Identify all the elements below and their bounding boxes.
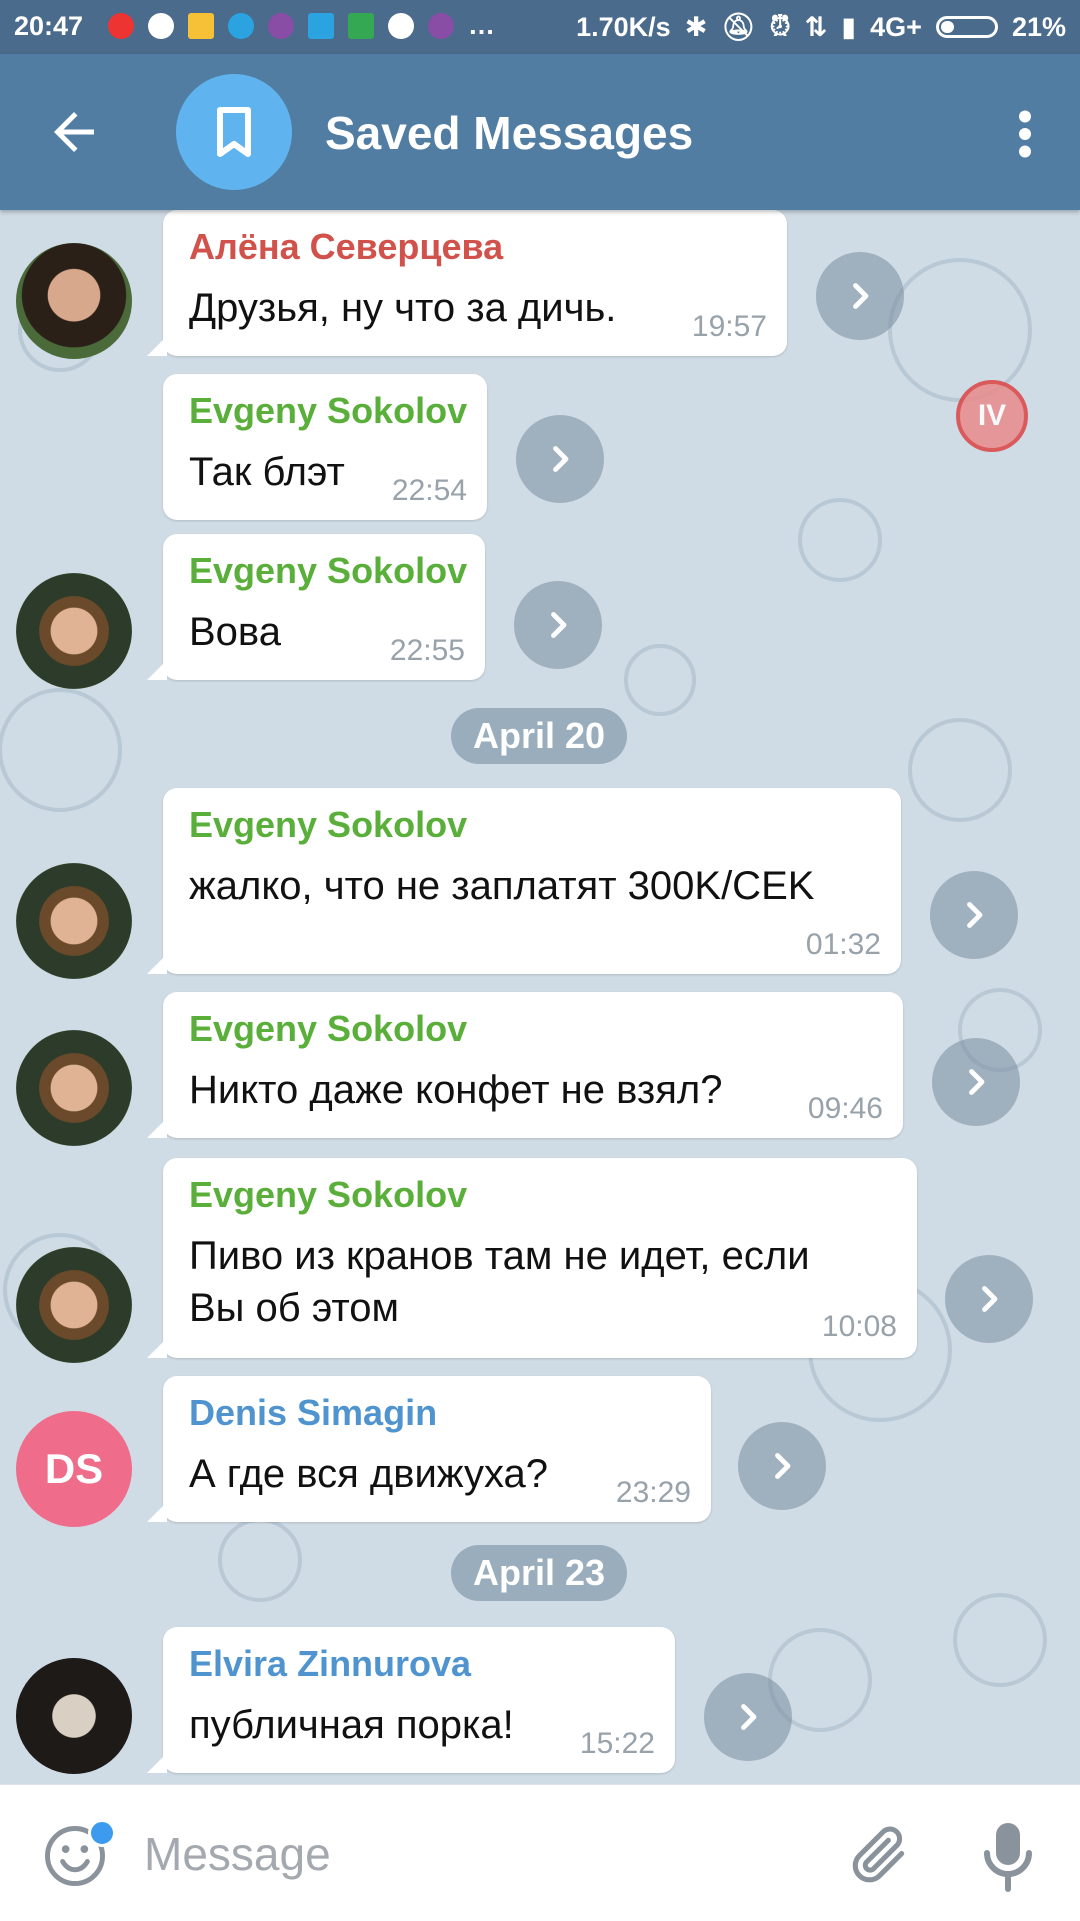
back-button[interactable] <box>44 102 104 162</box>
more-options-button[interactable] <box>1000 104 1050 164</box>
signal-icon: ▮ <box>841 11 857 42</box>
app-bar: Saved Messages <box>0 54 1080 210</box>
forward-button[interactable] <box>945 1255 1033 1343</box>
message-sender[interactable]: Evgeny Sokolov <box>189 550 467 592</box>
message-sender[interactable]: Алёна Северцева <box>189 226 503 268</box>
message-bubble[interactable]: Evgeny Sokolov Так блэт 22:54 <box>163 374 487 520</box>
alarm-icon: ⏰︎ <box>769 11 791 41</box>
avatar[interactable]: DS <box>16 1411 132 1527</box>
message-time: 19:57 <box>691 310 767 343</box>
telegram-icon <box>148 12 174 39</box>
message-text: жалко, что не заплатят 300K/CEK <box>189 864 815 908</box>
forward-button[interactable] <box>514 581 602 669</box>
message-sender[interactable]: Evgeny Sokolov <box>189 804 467 846</box>
message-time: 09:46 <box>807 1092 883 1125</box>
forward-button[interactable] <box>516 415 604 503</box>
voice-message-button[interactable] <box>978 1817 1038 1895</box>
app-notification-icon <box>268 12 294 39</box>
message-text: публичная порка! <box>189 1703 514 1747</box>
message-text: А где вся движуха? <box>189 1452 549 1496</box>
forward-button[interactable] <box>816 252 904 340</box>
avatar[interactable] <box>16 863 132 979</box>
chevron-right-icon <box>982 1286 998 1312</box>
telegram-icon <box>228 12 254 39</box>
message-sender[interactable]: Evgeny Sokolov <box>189 1174 467 1216</box>
message-time: 23:29 <box>615 1476 691 1509</box>
message-time: 01:32 <box>805 928 881 961</box>
message-text-line: Вы об этом <box>189 1286 399 1330</box>
chevron-right-icon <box>551 612 567 638</box>
chat-area[interactable]: IV Алёна Северцева Друзья, ну что за дич… <box>0 210 1080 1784</box>
notes-icon <box>188 12 214 39</box>
message-time: 10:08 <box>821 1310 897 1343</box>
status-right: 1.70K/s ✱ 🔕︎ ⏰︎ ⇅ ▮ 4G+ 21% <box>576 11 1066 43</box>
status-time: 20:47 <box>14 11 84 41</box>
chevron-right-icon <box>967 902 983 928</box>
chevron-right-icon <box>969 1069 985 1095</box>
message-bubble[interactable]: Evgeny Sokolov Пиво из кранов там не иде… <box>147 1158 917 1358</box>
page-title[interactable]: Saved Messages <box>325 106 693 160</box>
app-notification-icon <box>108 12 134 39</box>
battery-icon <box>935 16 998 38</box>
message-sender[interactable]: Denis Simagin <box>189 1392 437 1434</box>
avatar[interactable] <box>16 1030 132 1146</box>
bookmark-icon <box>217 107 251 157</box>
saved-messages-avatar[interactable] <box>176 74 292 190</box>
message-sender[interactable]: Evgeny Sokolov <box>189 1008 467 1050</box>
chevron-right-icon <box>853 283 869 309</box>
data-transfer-icon: ⇅ <box>804 11 828 42</box>
attach-button[interactable] <box>845 1821 913 1889</box>
chevron-right-icon <box>775 1453 791 1479</box>
avatar[interactable] <box>16 243 132 359</box>
message-text: Вова <box>189 610 281 654</box>
message-sender[interactable]: Elvira Zinnurova <box>189 1643 471 1685</box>
mute-icon: 🔕︎ <box>721 12 756 42</box>
chevron-right-icon <box>553 446 569 472</box>
date-separator: April 20 <box>451 708 628 764</box>
avatar[interactable] <box>16 1247 132 1363</box>
message-sender[interactable]: Evgeny Sokolov <box>189 390 467 432</box>
paperclip-icon <box>852 1826 905 1883</box>
overlay-iv-badge[interactable]: IV <box>956 380 1028 452</box>
date-separator: April 23 <box>451 1545 628 1601</box>
forward-button[interactable] <box>704 1673 792 1761</box>
avatar[interactable] <box>16 573 132 689</box>
message-input[interactable]: Message <box>144 1827 331 1881</box>
emoji-notification-dot <box>88 1819 116 1847</box>
google-icon <box>388 12 414 39</box>
status-bar: 20:47 … 1.70K/s ✱ 🔕︎ ⏰︎ ⇅ ▮ 4G+ 21% <box>0 0 1080 54</box>
message-bubble[interactable]: Алёна Северцева Друзья, ну что за дичь. … <box>147 210 787 356</box>
bluetooth-icon: ✱ <box>684 11 708 42</box>
message-bubble[interactable]: Evgeny Sokolov Никто даже конфет не взял… <box>147 992 903 1138</box>
message-text: Так блэт <box>189 450 345 494</box>
forward-button[interactable] <box>738 1422 826 1510</box>
forward-button[interactable] <box>932 1038 1020 1126</box>
message-time: 15:22 <box>579 1727 655 1760</box>
more-vertical-icon <box>1019 110 1031 158</box>
message-bubble[interactable]: Denis Simagin А где вся движуха? 23:29 <box>147 1376 711 1522</box>
avatar[interactable] <box>16 1658 132 1774</box>
network-speed: 1.70K/s <box>576 11 671 42</box>
notification-icons: … <box>108 10 495 41</box>
microphone-icon <box>984 1823 1032 1892</box>
message-text: Никто даже конфет не взял? <box>189 1068 723 1112</box>
avatar-initials: DS <box>44 1445 104 1492</box>
message-bubble[interactable]: Elvira Zinnurova публичная порка! 15:22 <box>147 1627 675 1773</box>
message-time: 22:54 <box>391 474 467 507</box>
forward-button[interactable] <box>930 871 1018 959</box>
arrow-left-icon <box>54 112 94 152</box>
message-text-line: Пиво из кранов там не идет, если <box>189 1234 810 1278</box>
upload-icon <box>308 12 334 39</box>
more-notifications-icon: … <box>468 10 495 40</box>
message-time: 22:55 <box>389 634 465 667</box>
app-notification-icon <box>428 12 454 39</box>
play-store-icon <box>348 12 374 39</box>
message-bubble[interactable]: Evgeny Sokolov жалко, что не заплатят 30… <box>147 788 901 974</box>
message-text: Друзья, ну что за дичь. <box>189 286 617 330</box>
message-input-bar: Message <box>0 1784 1080 1921</box>
network-type: 4G+ <box>870 11 922 42</box>
message-bubble[interactable]: Evgeny Sokolov Вова 22:55 <box>147 534 485 680</box>
battery-level: 21% <box>1011 11 1066 42</box>
chevron-right-icon <box>741 1704 757 1730</box>
